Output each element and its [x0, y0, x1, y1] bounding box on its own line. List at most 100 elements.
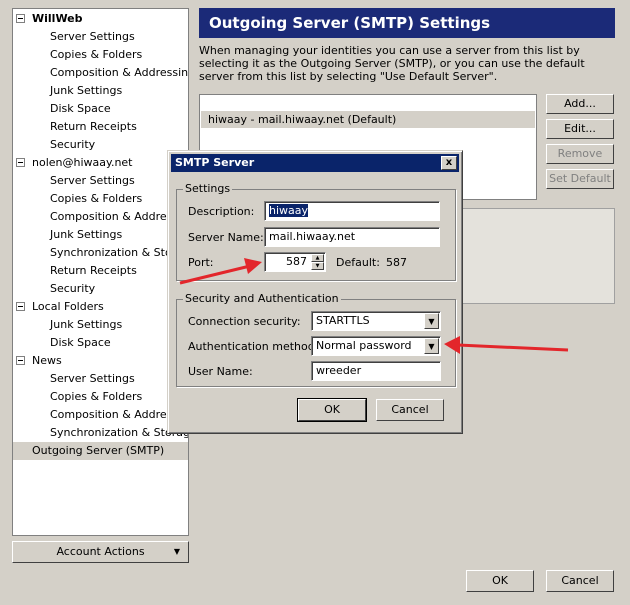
tree-item-label: Security	[50, 138, 96, 151]
tree-item[interactable]: Synchronization & Storage	[13, 424, 188, 442]
server-name-value: mail.hiwaay.net	[269, 230, 356, 243]
tree-item[interactable]: Copies & Folders	[13, 388, 188, 406]
server-list-item[interactable]: hiwaay - mail.hiwaay.net (Default)	[201, 111, 535, 128]
chevron-down-icon[interactable]: ▼	[424, 338, 439, 354]
auth-method-select[interactable]: Normal password ▼	[311, 336, 441, 356]
description-input[interactable]: hiwaay	[264, 201, 440, 221]
tree-item[interactable]: Server Settings	[13, 28, 188, 46]
port-value: 587	[286, 255, 307, 268]
edit-button-label: Edit...	[564, 122, 596, 135]
server-name-label: Server Name:	[188, 231, 264, 244]
connection-security-value: STARTTLS	[316, 314, 370, 327]
remove-button[interactable]: Remove	[546, 144, 614, 164]
tree-item[interactable]: News	[13, 352, 188, 370]
tree-item-label: WillWeb	[32, 12, 83, 25]
dialog-cancel-label: Cancel	[391, 403, 429, 416]
tree-item-label: Composition & Addressing	[50, 66, 189, 79]
tree-item-label: Return Receipts	[50, 264, 137, 277]
tree-item-label: Server Settings	[50, 174, 135, 187]
tree-item-label: Local Folders	[32, 300, 104, 313]
tree-item[interactable]: Security	[13, 280, 188, 298]
user-name-input[interactable]: wreeder	[311, 361, 441, 381]
tree-item-label: Copies & Folders	[50, 192, 143, 205]
tree-item[interactable]: Disk Space	[13, 100, 188, 118]
security-group-legend: Security and Authentication	[183, 292, 341, 305]
tree-item-label: Security	[50, 282, 96, 295]
tree-item-label: Disk Space	[50, 336, 111, 349]
collapse-icon[interactable]	[16, 14, 25, 23]
tree-item[interactable]: Junk Settings	[13, 316, 188, 334]
tree-item-label: Disk Space	[50, 102, 111, 115]
user-name-label: User Name:	[188, 365, 253, 378]
auth-method-value: Normal password	[316, 339, 412, 352]
dialog-title: SMTP Server	[175, 156, 255, 169]
edit-button[interactable]: Edit...	[546, 119, 614, 139]
tree-item-label: Server Settings	[50, 30, 135, 43]
settings-group-legend: Settings	[183, 182, 233, 195]
user-name-value: wreeder	[316, 364, 362, 377]
auth-method-label: Authentication method:	[188, 340, 319, 353]
close-icon[interactable]: x	[441, 156, 457, 170]
tree-item[interactable]: Composition & Addressing	[13, 64, 188, 82]
server-name-input[interactable]: mail.hiwaay.net	[264, 227, 440, 247]
tree-item[interactable]: Disk Space	[13, 334, 188, 352]
set-default-button-label: Set Default	[549, 172, 611, 185]
account-actions-label: Account Actions	[56, 545, 145, 558]
tree-item[interactable]: Copies & Folders	[13, 190, 188, 208]
tree-item-label: Copies & Folders	[50, 48, 143, 61]
account-actions-button[interactable]: Account Actions ▼	[12, 541, 189, 563]
tree-item-label: Junk Settings	[50, 84, 123, 97]
add-button-label: Add...	[564, 97, 596, 110]
server-details-panel	[460, 208, 615, 304]
tree-item[interactable]: Outgoing Server (SMTP)	[13, 442, 188, 460]
port-input[interactable]: 587 ▲ ▼	[264, 252, 326, 272]
port-spinner[interactable]: ▲ ▼	[311, 254, 324, 270]
account-tree[interactable]: WillWeb Server Settings Copies & Folders Co…	[12, 8, 189, 536]
smtp-server-dialog: SMTP Server x Settings Description: hiwa…	[167, 150, 463, 434]
tree-item-label: nolen@hiwaay.net	[32, 156, 133, 169]
connection-security-label: Connection security:	[188, 315, 301, 328]
description-value: hiwaay	[269, 204, 309, 217]
tree-item-label: Server Settings	[50, 372, 135, 385]
tree-item[interactable]: WillWeb	[13, 10, 188, 28]
set-default-button[interactable]: Set Default	[546, 169, 614, 189]
tree-item[interactable]: Server Settings	[13, 172, 188, 190]
spin-down-icon[interactable]: ▼	[311, 262, 324, 270]
tree-item[interactable]: Junk Settings	[13, 226, 188, 244]
tree-item[interactable]: Return Receipts	[13, 118, 188, 136]
spin-up-icon[interactable]: ▲	[311, 254, 324, 262]
tree-item-label: Junk Settings	[50, 318, 123, 331]
tree-item[interactable]: Security	[13, 136, 188, 154]
tree-item-label: Junk Settings	[50, 228, 123, 241]
tree-item-label: Return Receipts	[50, 120, 137, 133]
cancel-button-label: Cancel	[561, 574, 599, 587]
port-label: Port:	[188, 256, 214, 269]
tree-item[interactable]: nolen@hiwaay.net	[13, 154, 188, 172]
tree-item[interactable]: Server Settings	[13, 370, 188, 388]
add-button[interactable]: Add...	[546, 94, 614, 114]
connection-security-select[interactable]: STARTTLS ▼	[311, 311, 441, 331]
ok-button-label: OK	[492, 574, 508, 587]
collapse-icon[interactable]	[16, 158, 25, 167]
tree-item[interactable]: Composition & Addressing	[13, 406, 188, 424]
dialog-cancel-button[interactable]: Cancel	[376, 399, 444, 421]
cancel-button[interactable]: Cancel	[546, 570, 614, 592]
ok-button[interactable]: OK	[466, 570, 534, 592]
chevron-down-icon[interactable]: ▼	[424, 313, 439, 329]
tree-item-label: Copies & Folders	[50, 390, 143, 403]
description-label: Description:	[188, 205, 255, 218]
tree-item[interactable]: Synchronization & Storage	[13, 244, 188, 262]
default-port-label: Default:	[336, 256, 380, 269]
dialog-ok-label: OK	[324, 403, 340, 416]
collapse-icon[interactable]	[16, 356, 25, 365]
collapse-icon[interactable]	[16, 302, 25, 311]
tree-item[interactable]: Composition & Addressing	[13, 208, 188, 226]
tree-item[interactable]: Junk Settings	[13, 82, 188, 100]
tree-item-label: News	[32, 354, 62, 367]
tree-item-label: Outgoing Server (SMTP)	[32, 444, 165, 457]
tree-item[interactable]: Copies & Folders	[13, 46, 188, 64]
dialog-ok-button[interactable]: OK	[297, 398, 367, 422]
tree-item[interactable]: Local Folders	[13, 298, 188, 316]
panel-description: When managing your identities you can us…	[199, 44, 585, 83]
tree-item[interactable]: Return Receipts	[13, 262, 188, 280]
